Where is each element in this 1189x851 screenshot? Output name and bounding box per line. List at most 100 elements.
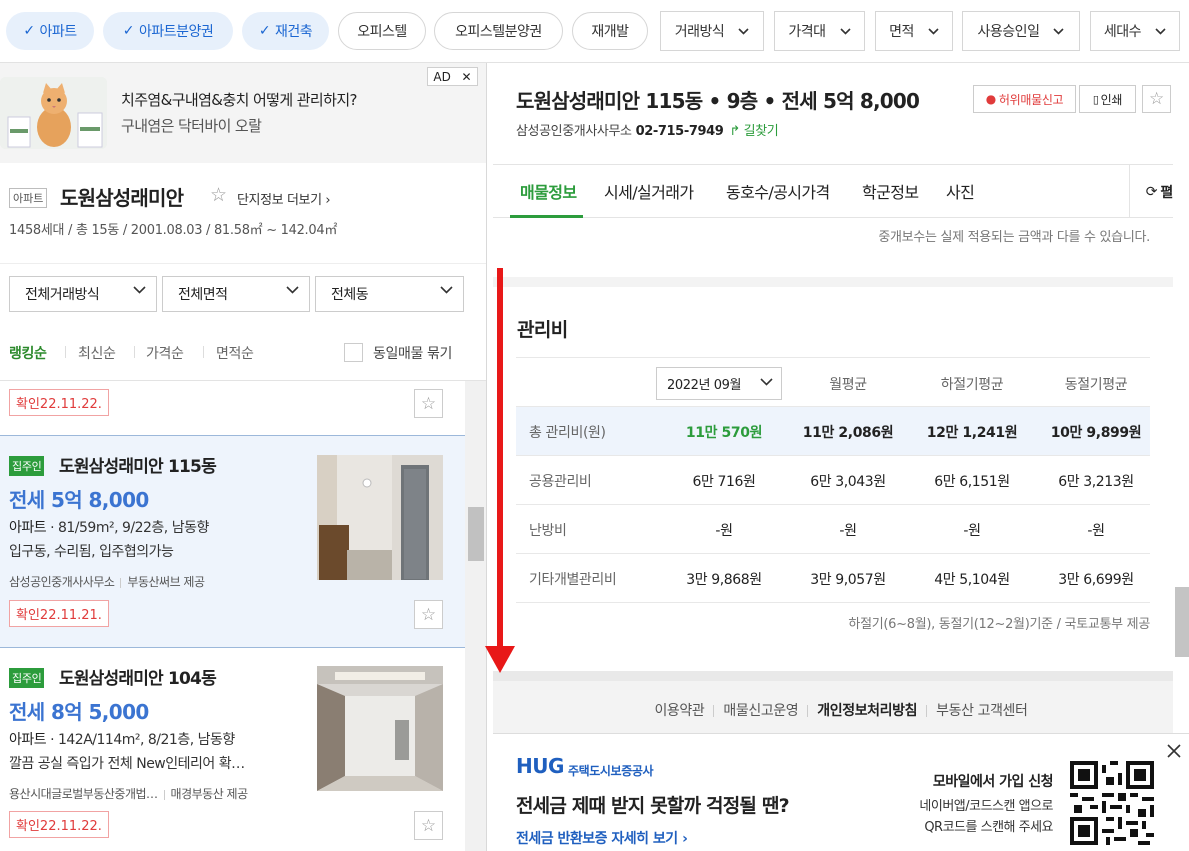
column-header: 동절기평균	[1064, 377, 1128, 393]
star-icon[interactable]: ☆	[414, 600, 443, 629]
footer: 이용약관 매물신고운영 개인정보처리방침 부동산 고객센터	[493, 681, 1189, 739]
tab-photos[interactable]: 사진	[946, 179, 975, 203]
chevron-down-icon	[286, 286, 299, 294]
table-cell: 3만 9,057원	[810, 572, 886, 588]
chip-redevelopment[interactable]: 재개발	[572, 12, 648, 50]
print-button[interactable]: ▯ 인쇄	[1079, 85, 1136, 113]
star-icon[interactable]: ☆	[414, 389, 443, 418]
section-title: 관리비	[517, 319, 568, 341]
tab-unit-price[interactable]: 동호수/공시가격	[726, 179, 830, 203]
tab-price-history[interactable]: 시세/실거래가	[604, 179, 694, 203]
list-item[interactable]: 집주인 도원삼성래미안 115동 전세 5억 8,000 아파트 · 81/59…	[0, 436, 465, 648]
divider	[203, 346, 204, 358]
hug-detail-link[interactable]: 전세금 반환보증 자세히 보기 ›	[516, 828, 688, 848]
detail-tabs: 매물정보 시세/실거래가 동호수/공시가격 학군정보 사진 ⟳ 펼	[493, 164, 1189, 218]
dropdown-trade-type[interactable]: 거래방식	[660, 11, 764, 51]
listing-name: 도원삼성래미안 115동	[59, 457, 217, 477]
table-cell: 6만 3,043원	[810, 474, 886, 490]
listing-price: 전세 8억 5,000	[9, 700, 149, 724]
hug-headline: 전세금 제때 받지 못할까 걱정될 땐?	[516, 795, 790, 817]
hug-mobile-line-2: QR코드를 스캔해 주세요	[924, 820, 1053, 835]
check-icon: ✓	[23, 23, 35, 39]
chevron-down-icon	[1155, 27, 1166, 35]
divider	[134, 346, 135, 358]
list-filter-building[interactable]: 전체동	[315, 276, 464, 312]
siren-icon: ●	[985, 92, 996, 106]
report-button[interactable]: ● 허위매물신고	[973, 85, 1076, 113]
tab-listing-info[interactable]: 매물정보	[520, 179, 577, 203]
table-row: 기타개별관리비 3만 9,868원 3만 9,057원 4만 5,104원 3만…	[516, 554, 1150, 603]
source-note: 하절기(6~8월), 동절기(12~2월)기준 / 국토교통부 제공	[848, 617, 1150, 632]
chip-reconstruction[interactable]: ✓ 재건축	[242, 12, 329, 50]
listing-panel: 치주염&구내염&충치 어떻게 관리하지? 구내염은 닥터바이 오랄 AD ✕ 아파…	[0, 63, 487, 851]
footer-link-report-policy[interactable]: 매물신고운영	[723, 703, 798, 719]
table-cell: 6만 3,213원	[1058, 474, 1134, 490]
listing-photo[interactable]	[317, 455, 443, 580]
fee-note: 중개보수는 실제 적용되는 금액과 다를 수 있습니다.	[878, 230, 1150, 245]
hug-banner[interactable]: HUG 주택도시보증공사 전세금 제때 받지 못할까 걱정될 땐? 전세금 반환…	[493, 733, 1189, 851]
listing-desc: 깔끔 공실 즉입가 전체 New인테리어 확…	[9, 756, 245, 772]
listing-agent: 삼성공인중개사사무소 부동산써브 제공	[9, 575, 205, 589]
red-arrow-annotation	[485, 268, 515, 673]
ad-tag: AD ✕	[427, 67, 478, 86]
scrollbar-thumb[interactable]	[468, 507, 484, 561]
footer-link-privacy[interactable]: 개인정보처리방침	[817, 703, 917, 719]
star-icon[interactable]: ☆	[414, 811, 443, 840]
complex-more-link[interactable]: 단지정보 더보기 ›	[237, 189, 331, 208]
detail-title: 도원삼성래미안 115동 • 9층 • 전세 5억 8,000	[516, 89, 920, 113]
dropdown-households[interactable]: 세대수	[1090, 11, 1180, 51]
favorite-star-icon[interactable]: ☆	[1142, 85, 1171, 113]
divider	[65, 346, 66, 358]
sort-latest[interactable]: 최신순	[78, 343, 116, 363]
complex-type-badge: 아파트	[9, 188, 48, 208]
table-cell: 3만 6,699원	[1058, 572, 1134, 588]
footer-links: 이용약관 매물신고운영 개인정보처리방침 부동산 고객센터	[493, 700, 1189, 720]
list-filter-area[interactable]: 전체면적	[162, 276, 310, 312]
filter-bar: ✓ 아파트 ✓ 아파트분양권 ✓ 재건축 오피스텔 오피스텔분양권 재개발 거래방식 …	[0, 0, 1189, 63]
row-label: 총 관리비(원)	[529, 425, 606, 441]
listing-price: 전세 5억 8,000	[9, 488, 149, 512]
route-link[interactable]: ↱ 길찾기	[729, 124, 778, 139]
dropdown-price[interactable]: 가격대	[774, 11, 865, 51]
chevron-down-icon	[1053, 27, 1065, 35]
dropdown-area[interactable]: 면적	[875, 11, 953, 51]
star-icon[interactable]: ☆	[210, 184, 227, 206]
list-item[interactable]: 집주인 도원삼성래미안 104동 전세 8억 5,000 아파트 · 142A/…	[0, 648, 465, 851]
footer-link-support[interactable]: 부동산 고객센터	[936, 703, 1028, 719]
check-icon: ✓	[258, 23, 271, 39]
confirm-date-badge: 확인22.11.21.	[9, 600, 109, 627]
dropdown-approval-date[interactable]: 사용승인일	[962, 11, 1080, 51]
chip-apartment[interactable]: ✓ 아파트	[6, 12, 94, 50]
table-cell: 11만 570원	[685, 425, 763, 441]
list-filter-trade[interactable]: 전체거래방식	[9, 276, 157, 312]
close-icon[interactable]: ✕	[462, 70, 472, 84]
footer-link-terms[interactable]: 이용약관	[654, 703, 704, 719]
chip-officetel-presale[interactable]: 오피스텔분양권	[434, 12, 563, 50]
sort-area[interactable]: 면적순	[216, 343, 254, 363]
list-item[interactable]: 확인22.11.22. ☆	[0, 381, 465, 436]
sort-ranking[interactable]: 랭킹순	[9, 343, 47, 363]
group-checkbox[interactable]	[344, 343, 363, 362]
hug-logo: HUG	[516, 754, 564, 778]
ad-banner[interactable]: 치주염&구내염&충치 어떻게 관리하지? 구내염은 닥터바이 오랄 AD ✕	[0, 63, 486, 163]
row-label: 난방비	[529, 523, 567, 539]
complex-info: 1458세대 / 총 15동 / 2001.08.03 / 81.58㎡ ~ 1…	[9, 223, 338, 238]
chevron-down-icon	[440, 286, 453, 294]
chip-officetel[interactable]: 오피스텔	[338, 12, 426, 50]
listing-photo[interactable]	[317, 666, 443, 791]
table-cell: -원	[963, 523, 981, 539]
tab-school[interactable]: 학군정보	[862, 179, 919, 203]
month-select[interactable]: 2022년 09월	[656, 367, 782, 400]
sort-price[interactable]: 가격순	[146, 343, 184, 363]
table-cell: 4만 5,104원	[934, 572, 1010, 588]
chip-apartment-presale[interactable]: ✓ 아파트분양권	[103, 12, 233, 50]
chevron-right-icon: ›	[325, 193, 331, 208]
hug-mobile-title: 모바일에서 가입 신청	[932, 774, 1054, 790]
table-cell: 11만 2,086원	[802, 425, 894, 441]
complex-name: 도원삼성래미안	[60, 186, 184, 210]
close-icon[interactable]	[1165, 742, 1183, 760]
scrollbar[interactable]	[465, 381, 486, 851]
ad-image	[0, 77, 107, 149]
scrollbar-thumb[interactable]	[1175, 587, 1189, 657]
row-label: 공용관리비	[529, 474, 592, 490]
